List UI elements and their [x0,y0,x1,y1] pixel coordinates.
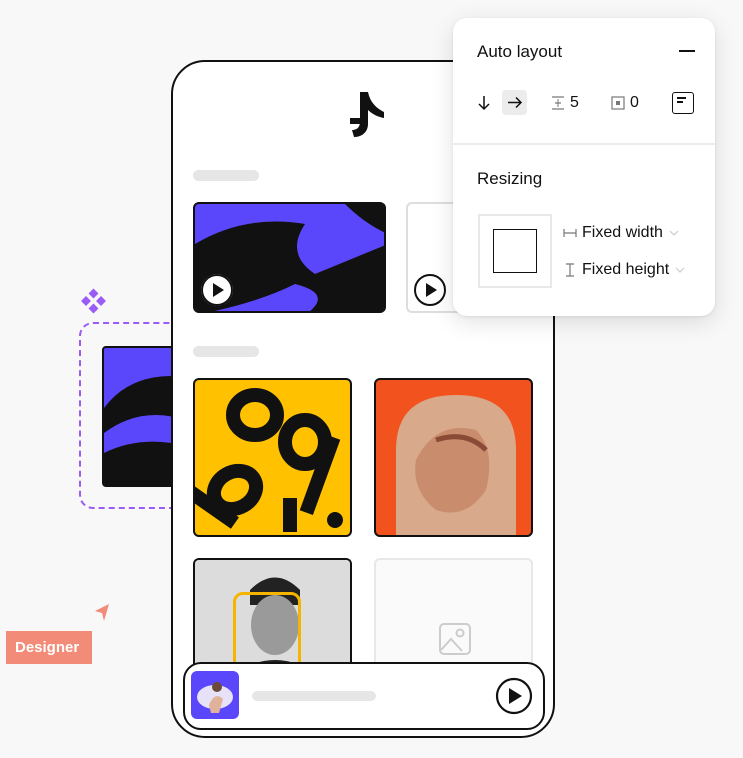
cursor-name-tag: Designer [6,631,92,664]
mini-player[interactable] [183,662,545,730]
now-playing-artwork [191,671,239,719]
spacing-control[interactable]: 5 [550,93,579,113]
divider [453,143,715,145]
image-icon [439,623,471,655]
padding-control[interactable]: 0 [610,93,639,113]
height-icon [566,263,574,277]
app-logo [348,90,388,140]
minus-icon[interactable] [679,50,695,52]
track-title-placeholder [252,691,376,701]
chevron-down-icon [675,267,685,273]
arrow-right-icon[interactable] [502,90,527,115]
padding-value: 0 [630,94,639,111]
chevron-down-icon [669,230,679,236]
cursor-arrow-icon [93,603,111,623]
play-button[interactable] [414,274,446,306]
album-cover-portrait[interactable] [374,378,533,537]
padding-icon [611,96,625,110]
fixed-height-label: Fixed height [582,261,670,278]
play-button[interactable] [201,274,233,306]
width-dropdown[interactable]: Fixed width [563,222,679,244]
section-heading-placeholder [193,346,259,357]
height-dropdown[interactable]: Fixed height [563,259,685,281]
video-card[interactable] [193,202,386,313]
spacing-icon [552,96,564,110]
resizing-title: Resizing [477,169,543,188]
album-cover-man[interactable] [193,558,352,678]
spacing-value: 5 [570,94,579,111]
section-heading-placeholder [193,170,259,181]
play-button[interactable] [495,677,533,715]
fixed-width-label: Fixed width [582,224,663,241]
width-icon [563,229,577,237]
resize-preview [478,214,552,288]
album-cover-pop[interactable] [193,378,352,537]
component-icon [80,288,106,314]
properties-panel: Auto layout 5 0 Resizing Fixed width Fix… [453,18,715,316]
auto-layout-title: Auto layout [477,42,563,61]
align-top-left-icon[interactable] [672,92,694,114]
arrow-down-icon[interactable] [477,95,491,111]
image-placeholder [374,558,533,678]
